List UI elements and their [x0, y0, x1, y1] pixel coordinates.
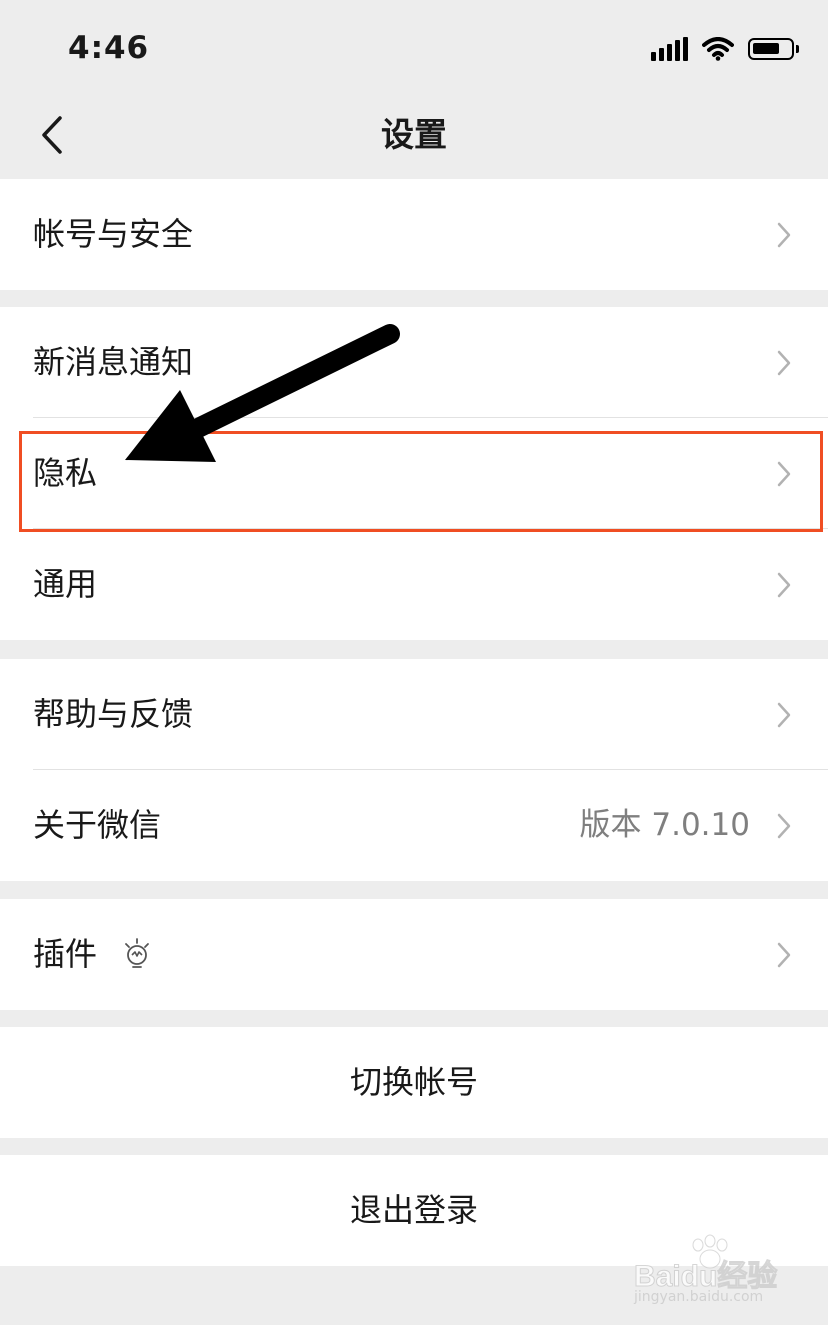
- chevron-right-icon: [777, 461, 791, 487]
- page-title: 设置: [381, 115, 447, 154]
- settings-item-label: 隐私: [33, 454, 98, 492]
- chevron-right-icon: [777, 702, 791, 728]
- status-icons: [651, 34, 799, 64]
- baidu-watermark: Baidu经验 jingyan.baidu.com: [632, 1233, 792, 1308]
- settings-item-label: 帮助与反馈: [33, 695, 194, 733]
- settings-group-help: 帮助与反馈 关于微信 版本 7.0.10: [0, 659, 828, 881]
- settings-item-label: 插件: [33, 935, 98, 973]
- settings-item-about[interactable]: 关于微信 版本 7.0.10: [0, 770, 828, 881]
- switch-account-label: 切换帐号: [349, 1063, 478, 1101]
- settings-item-label: 关于微信: [33, 806, 162, 844]
- settings-item-help-feedback[interactable]: 帮助与反馈: [0, 659, 828, 770]
- version-value: 版本 7.0.10: [579, 807, 750, 843]
- nav-bar: 设置: [0, 92, 828, 178]
- chevron-right-icon: [777, 222, 791, 248]
- battery-icon: [748, 38, 799, 60]
- settings-group-plugins: 插件: [0, 899, 828, 1010]
- settings-item-privacy[interactable]: 隐私: [0, 418, 828, 529]
- settings-item-label: 新消息通知: [33, 343, 194, 381]
- chevron-right-icon: [777, 350, 791, 376]
- settings-item-label: 通用: [33, 565, 98, 603]
- chevron-right-icon: [777, 942, 791, 968]
- switch-account-button[interactable]: 切换帐号: [0, 1027, 828, 1138]
- plugin-bulb-icon: [125, 938, 149, 968]
- watermark-url: jingyan.baidu.com: [634, 1289, 764, 1305]
- status-time: 4:46: [68, 30, 150, 66]
- settings-group-account: 帐号与安全: [0, 179, 828, 290]
- settings-item-account-security[interactable]: 帐号与安全: [0, 179, 828, 290]
- chevron-right-icon: [777, 813, 791, 839]
- signal-icon: [651, 37, 688, 61]
- settings-item-general[interactable]: 通用: [0, 529, 828, 640]
- settings-item-plugins[interactable]: 插件: [0, 899, 828, 1010]
- chevron-right-icon: [777, 572, 791, 598]
- settings-group-general: 新消息通知 隐私 通用: [0, 307, 828, 640]
- wifi-icon: [702, 37, 734, 61]
- status-bar: 4:46: [0, 0, 828, 92]
- settings-item-notifications[interactable]: 新消息通知: [0, 307, 828, 418]
- settings-item-label: 帐号与安全: [33, 215, 194, 253]
